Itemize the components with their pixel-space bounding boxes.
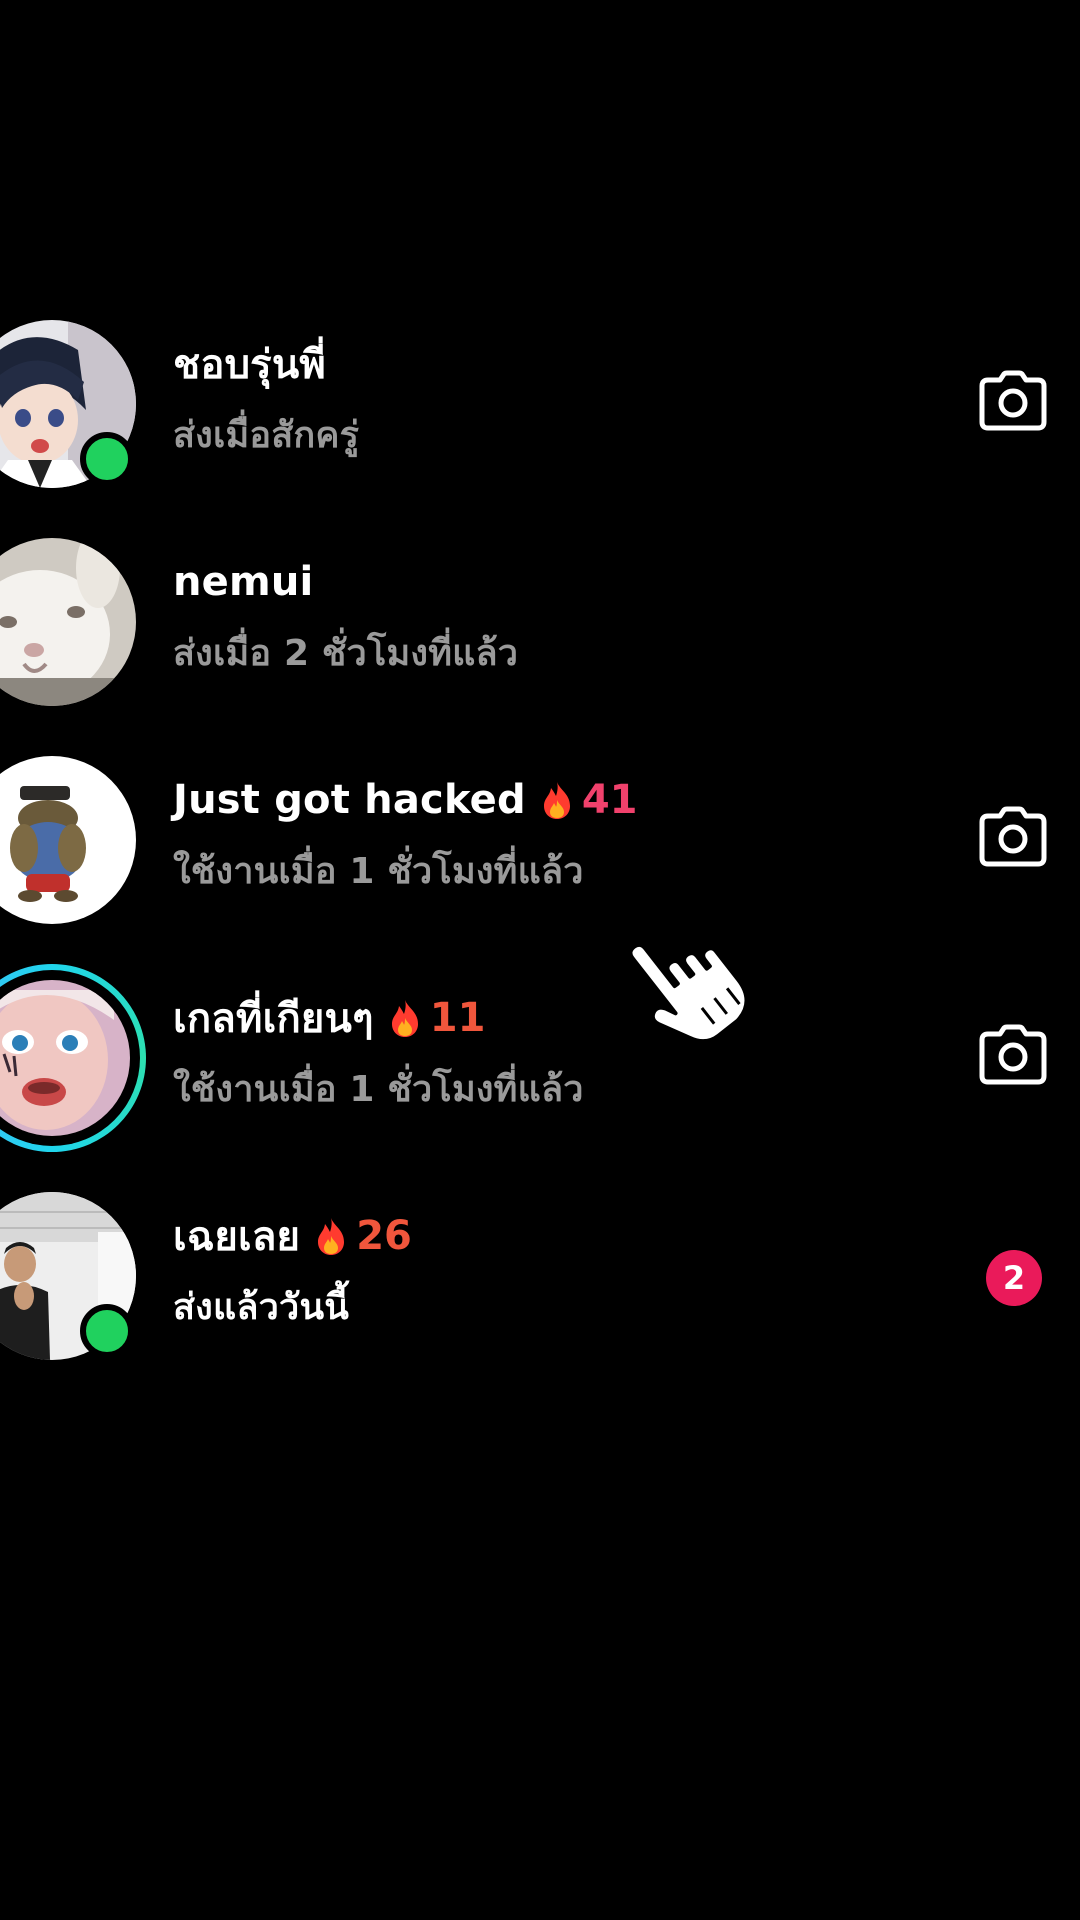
unread-badge[interactable]: 2 <box>986 1250 1042 1306</box>
avatar-container[interactable] <box>0 964 146 1152</box>
camera-icon <box>979 370 1047 431</box>
name-line: Just got hacked 41 <box>173 772 638 828</box>
contact-name: Just got hacked <box>173 777 526 823</box>
streak-count: 11 <box>429 995 486 1041</box>
contact-name: เฉยเลย <box>173 1214 301 1260</box>
chat-status: ส่งแล้ววันนี้ <box>173 1287 350 1328</box>
avatar-container[interactable] <box>0 756 136 924</box>
chat-row[interactable]: Just got hacked 41 ใช้งานเมื่อ 1 ชั่วโมง… <box>0 742 1080 942</box>
name-line: เกลที่เกียนๆ 11 <box>173 990 584 1046</box>
chat-row[interactable]: เฉยเลย 26 ส่งแล้ววันนี้ 2 <box>0 1178 1080 1378</box>
online-indicator <box>80 432 134 486</box>
camera-icon <box>979 806 1047 867</box>
avatar-container[interactable] <box>0 1192 136 1360</box>
name-line: nemui <box>173 554 518 610</box>
contact-name: เกลที่เกียนๆ <box>173 996 374 1042</box>
contact-name: ชอบรุ่นพี่ <box>173 342 326 388</box>
chat-row[interactable]: nemui ส่งเมื่อ 2 ชั่วโมงที่แล้ว <box>0 524 1080 724</box>
flame-icon <box>543 782 570 819</box>
name-line: เฉยเลย 26 <box>173 1208 412 1264</box>
camera-button[interactable] <box>978 370 1048 432</box>
chat-text: Just got hacked 41 ใช้งานเมื่อ 1 ชั่วโมง… <box>173 772 638 899</box>
flame-icon <box>391 1000 418 1037</box>
white-rabbit-avatar <box>0 538 136 706</box>
chat-text: nemui ส่งเมื่อ 2 ชั่วโมงที่แล้ว <box>173 554 518 681</box>
chat-list: ชอบรุ่นพี่ ส่งเมื่อสักครู่ nemui ส่งเมื่… <box>0 0 1080 1920</box>
chat-row[interactable]: ชอบรุ่นพี่ ส่งเมื่อสักครู่ <box>0 306 1080 506</box>
contact-name: nemui <box>173 559 314 605</box>
chat-row[interactable]: เกลที่เกียนๆ 11 ใช้งานเมื่อ 1 ชั่วโมงที่… <box>0 960 1080 1160</box>
camera-button[interactable] <box>978 806 1048 868</box>
frog-figure-avatar <box>0 756 136 924</box>
chat-status: ใช้งานเมื่อ 1 ชั่วโมงที่แล้ว <box>173 1069 584 1110</box>
camera-icon <box>979 1024 1047 1085</box>
avatar-container[interactable] <box>0 538 136 706</box>
chat-text: ชอบรุ่นพี่ ส่งเมื่อสักครู่ <box>173 336 359 463</box>
chat-text: เกลที่เกียนๆ 11 ใช้งานเมื่อ 1 ชั่วโมงที่… <box>173 990 584 1117</box>
chat-text: เฉยเลย 26 ส่งแล้ววันนี้ <box>173 1208 412 1335</box>
hand-pointer-icon <box>628 942 749 1044</box>
name-line: ชอบรุ่นพี่ <box>173 336 359 392</box>
flame-icon <box>318 1218 345 1255</box>
avatar-container[interactable] <box>0 320 136 488</box>
camera-button[interactable] <box>978 1024 1048 1086</box>
online-indicator <box>80 1304 134 1358</box>
streak-count: 26 <box>356 1213 412 1259</box>
streak-count: 41 <box>581 777 638 823</box>
chat-status: ส่งเมื่อสักครู่ <box>173 415 360 456</box>
chat-status: ใช้งานเมื่อ 1 ชั่วโมงที่แล้ว <box>173 851 584 892</box>
chat-status: ส่งเมื่อ 2 ชั่วโมงที่แล้ว <box>173 633 519 674</box>
